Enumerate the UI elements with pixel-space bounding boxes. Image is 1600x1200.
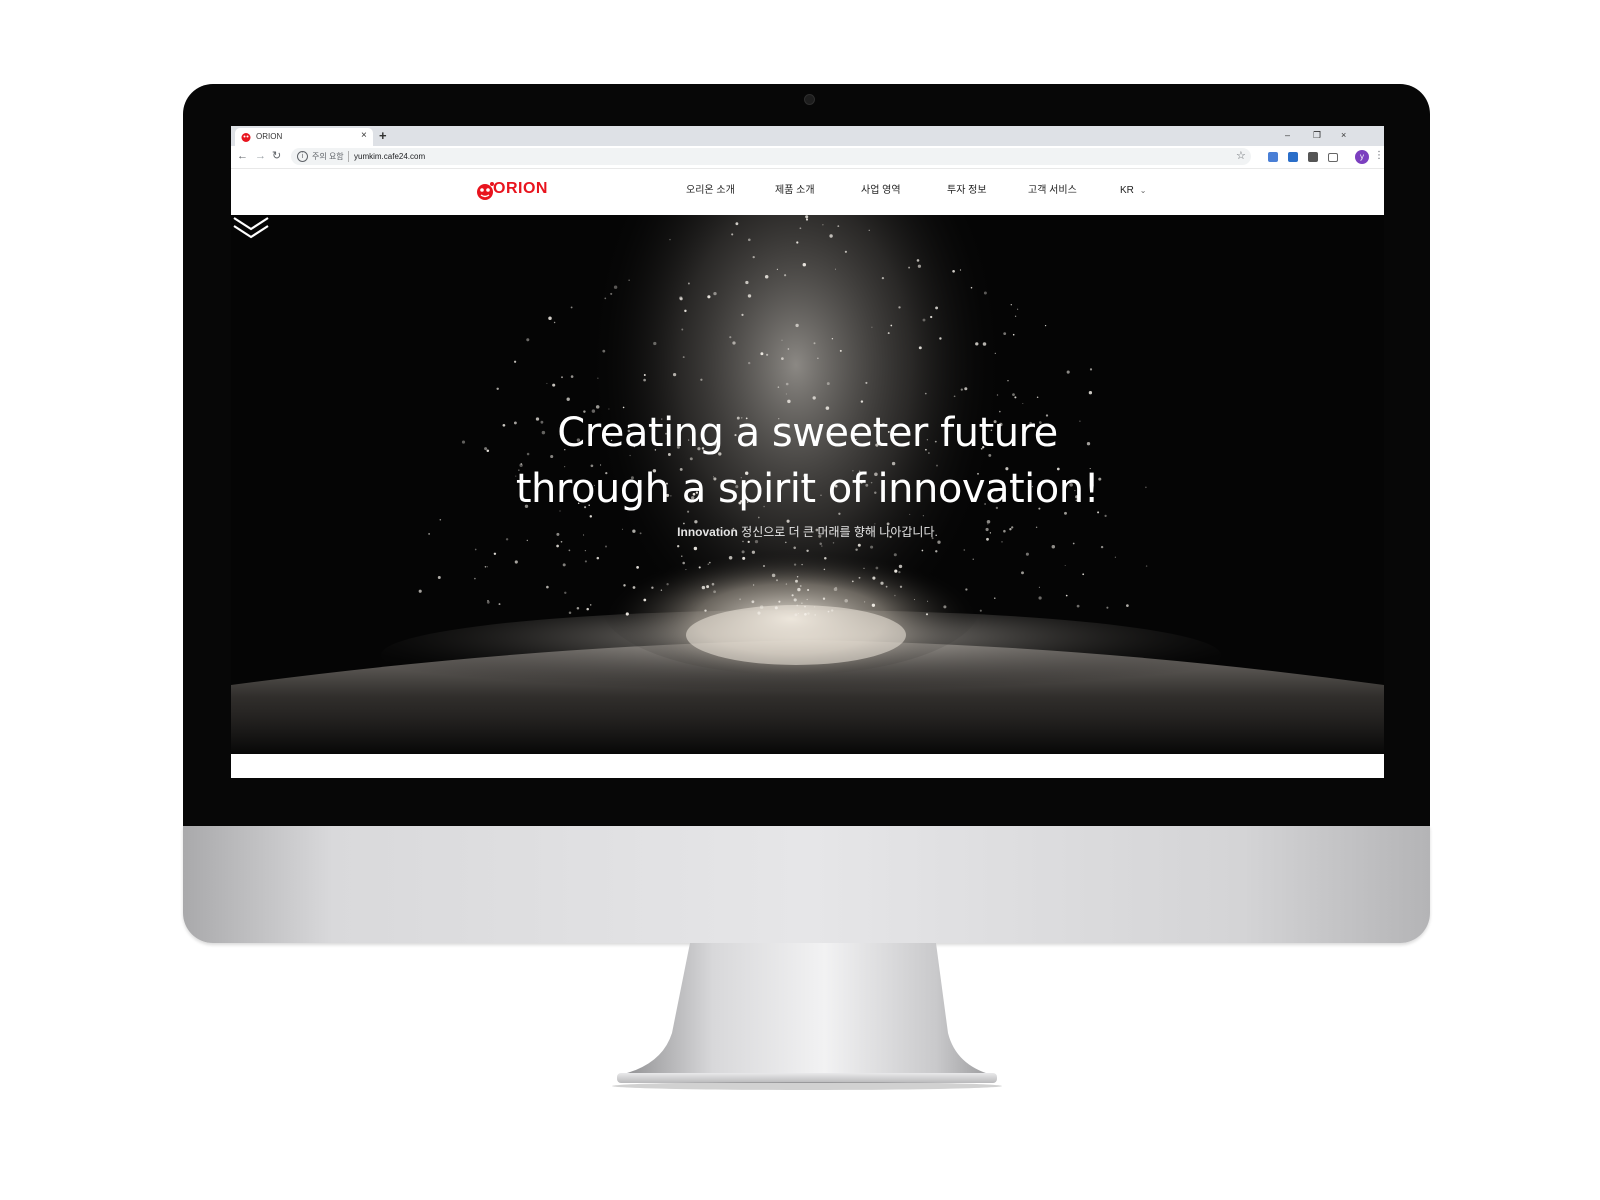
camera-icon[interactable]: [1328, 153, 1338, 162]
avatar[interactable]: y: [1355, 150, 1369, 164]
tab-close-icon[interactable]: ×: [361, 130, 367, 142]
download-extension-icon[interactable]: [1288, 152, 1298, 162]
hero-headline: Creating a sweeter future through a spir…: [231, 405, 1384, 517]
star-icon[interactable]: ☆: [1236, 150, 1246, 163]
nav-products[interactable]: 제품 소개: [775, 185, 815, 197]
camera-icon: [804, 94, 815, 105]
nav-business[interactable]: 사업 영역: [861, 185, 901, 197]
subline-text: 정신으로 더 큰 미래를 향해 나아갑니다.: [737, 525, 938, 539]
menu-icon[interactable]: ⋮: [1374, 149, 1384, 163]
info-icon[interactable]: i: [297, 151, 308, 162]
headline-line-2: through a spirit of innovation!: [515, 466, 1100, 512]
minimize-button[interactable]: –: [1285, 129, 1290, 141]
tab-title: ORION: [256, 132, 283, 141]
site-header: ORION 오리온 소개 제품 소개 사업 영역 투자 정보 고객 서비스 KR…: [231, 169, 1384, 215]
headline-line-1: Creating a sweeter future: [557, 410, 1058, 456]
screen: ORION × + – ❐ × ← → ↻ i 주의 요함 yumkim.caf…: [231, 126, 1384, 778]
page-bottom-strip: [231, 754, 1384, 778]
forward-icon[interactable]: →: [255, 150, 266, 163]
browser-tab[interactable]: ORION ×: [235, 128, 373, 146]
nav-customer-service[interactable]: 고객 서비스: [1028, 185, 1077, 197]
language-label: KR: [1120, 185, 1134, 196]
scroll-down-chevron-icon[interactable]: [231, 215, 271, 241]
back-icon[interactable]: ←: [237, 150, 248, 163]
orion-favicon-icon: [241, 133, 251, 142]
restore-button[interactable]: ❐: [1313, 129, 1321, 141]
chevron-down-icon: ⌄: [1139, 186, 1147, 195]
c-extension-icon[interactable]: [1308, 152, 1318, 162]
language-selector[interactable]: KR ⌄: [1120, 185, 1146, 197]
address-bar[interactable]: i 주의 요함 yumkim.cafe24.com ☆: [291, 148, 1251, 165]
browser-tab-bar: ORION × + – ❐ ×: [231, 126, 1384, 146]
hero-subline: Innovation 정신으로 더 큰 미래를 향해 나아갑니다.: [231, 525, 1384, 539]
monitor-stand: [612, 943, 1002, 1090]
divider: [348, 151, 349, 162]
translate-icon[interactable]: [1268, 152, 1278, 162]
reload-icon[interactable]: ↻: [272, 150, 281, 163]
new-tab-button[interactable]: +: [379, 129, 387, 142]
monitor-chin: [183, 826, 1430, 943]
security-label[interactable]: 주의 요함: [312, 151, 344, 162]
hero-banner: Creating a sweeter future through a spir…: [231, 215, 1384, 754]
nav-about[interactable]: 오리온 소개: [686, 185, 735, 197]
logo-text[interactable]: ORION: [493, 180, 548, 198]
close-window-button[interactable]: ×: [1341, 129, 1346, 141]
orion-logo-icon[interactable]: [475, 179, 495, 203]
browser-toolbar: ← → ↻ i 주의 요함 yumkim.cafe24.com ☆ y ⋮: [231, 146, 1384, 169]
subline-strong: Innovation: [677, 525, 738, 539]
url-text[interactable]: yumkim.cafe24.com: [354, 151, 425, 162]
nav-investors[interactable]: 투자 정보: [947, 185, 987, 197]
